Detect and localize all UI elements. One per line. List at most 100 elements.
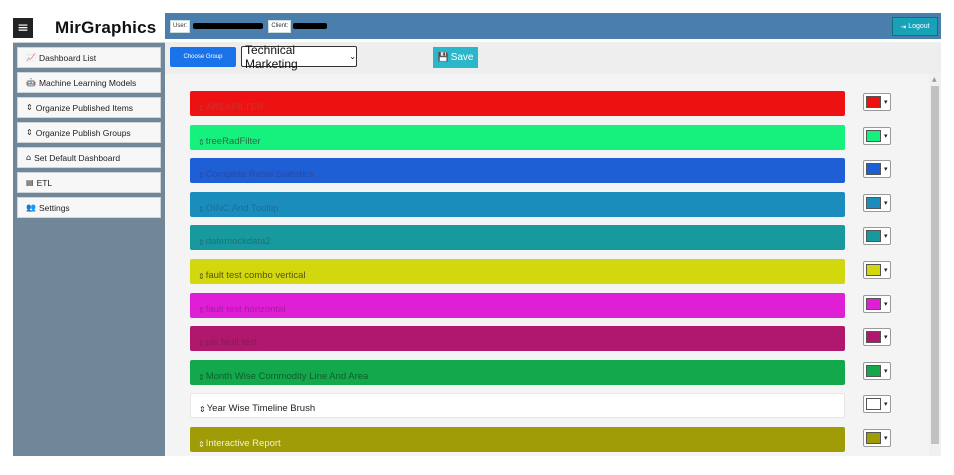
drag-handle-icon[interactable]: ⇕ (198, 373, 205, 382)
sort-icon: ⇕ (26, 128, 33, 137)
published-item-row[interactable]: ⇕ treeRadFilter (190, 124, 845, 150)
caret-down-icon: ▾ (884, 165, 888, 174)
home-icon: ⌂ (26, 153, 32, 162)
color-swatch (866, 398, 881, 411)
hamburger-menu-icon[interactable]: ≡ (13, 17, 33, 38)
sidebar: ≡ MirGraphics 📈 Dashboard List 🤖 Machine Le… (13, 13, 165, 456)
published-item-row[interactable]: ⇕ datemockdata2 (190, 225, 845, 251)
caret-down-icon: ▾ (884, 366, 888, 375)
scroll-up-icon[interactable]: ▲ (932, 76, 937, 83)
sidebar-item-label: Organize Published Items (35, 102, 134, 113)
published-item-row[interactable]: ⇕ Complete Retail Statistics (190, 158, 845, 184)
color-picker-button[interactable]: ▾ (863, 395, 891, 414)
color-picker-button[interactable]: ▾ (863, 261, 891, 279)
robot-icon: 🤖 (26, 78, 36, 87)
color-picker-button[interactable]: ▾ (863, 126, 891, 145)
color-picker-button[interactable]: ▾ (863, 429, 891, 447)
color-swatch (866, 264, 881, 276)
color-picker-button[interactable]: ▾ (863, 93, 891, 111)
color-picker-button[interactable]: ▾ (863, 193, 891, 212)
color-swatch (866, 331, 881, 344)
file-icon: ▤ (26, 178, 34, 187)
vertical-scrollbar[interactable]: ▲ (929, 74, 941, 456)
drag-handle-icon[interactable]: ⇕ (198, 440, 205, 449)
caret-down-icon: ▾ (884, 232, 888, 241)
chevron-down-icon: ⌄ (349, 52, 356, 61)
scrollbar-thumb[interactable] (931, 86, 939, 444)
published-item-label: fault test combo vertical (205, 270, 306, 281)
sidebar-item-etl[interactable]: ▤ ETL (17, 172, 161, 193)
color-swatch (866, 432, 881, 444)
drag-handle-icon[interactable]: ⇕ (198, 306, 205, 315)
published-item-row[interactable]: ⇕ pie fault test (190, 326, 845, 352)
caret-down-icon: ▾ (884, 333, 888, 342)
app-root: ≡ MirGraphics 📈 Dashboard List 🤖 Machine Le… (0, 0, 954, 475)
published-items-list: ⇕ AREAFILTER ▾ ⇕ treeRadFilter ▾ ⇕ Complete Ret… (165, 74, 941, 456)
color-picker-button[interactable]: ▾ (863, 328, 891, 347)
published-item-label: Year Wise Timeline Brush (206, 403, 316, 415)
sidebar-item-label: Organize Publish Groups (35, 127, 131, 138)
published-item-label: Month Wise Commodity Line And Area (205, 370, 369, 382)
group-select[interactable]: Technical Marketing ⌄ (241, 43, 357, 71)
sort-icon: ⇕ (26, 103, 33, 112)
published-item-label: datemockdata2 (205, 236, 271, 248)
caret-down-icon: ▾ (884, 266, 888, 274)
users-cog-icon: 👥 (26, 203, 36, 212)
published-item-row[interactable]: ⇕ Month Wise Commodity Line And Area (190, 359, 845, 385)
color-picker-button[interactable]: ▾ (863, 160, 891, 179)
save-label: Save (450, 52, 474, 63)
drag-handle-icon[interactable]: ⇕ (198, 272, 205, 281)
drag-handle-icon[interactable]: ⇕ (198, 205, 205, 214)
published-item-label: Interactive Report (205, 438, 281, 449)
sidebar-item-organize-published-items[interactable]: ⇕ Organize Published Items (17, 97, 161, 118)
user-name-redacted (193, 23, 264, 29)
choose-group-button[interactable]: Choose Group (170, 47, 236, 67)
save-button[interactable]: 💾 Save (433, 47, 478, 68)
sidebar-item-label: Dashboard List (38, 52, 97, 63)
sidebar-dots: · · (85, 226, 91, 232)
user-label: User: (170, 19, 191, 33)
published-item-label: AREAFILTER (205, 102, 264, 113)
sidebar-item-label: Settings (38, 202, 70, 213)
color-picker-button[interactable]: ▾ (863, 227, 891, 246)
sidebar-item-label: Machine Learning Models (38, 77, 137, 88)
color-swatch (866, 196, 881, 209)
drag-handle-icon[interactable]: ⇕ (198, 238, 205, 247)
drag-handle-icon[interactable]: ⇕ (198, 138, 205, 147)
color-swatch (866, 96, 881, 108)
caret-down-icon: ▾ (884, 434, 888, 442)
drag-handle-icon[interactable]: ⇕ (198, 339, 205, 348)
published-item-row[interactable]: ⇕ Year Wise Timeline Brush (190, 393, 845, 419)
client-name-redacted (293, 23, 328, 29)
sidebar-item-organize-publish-groups[interactable]: ⇕ Organize Publish Groups (17, 122, 161, 143)
published-item-row[interactable]: ⇕ OINC And Tooltip (190, 191, 845, 217)
color-swatch (866, 230, 881, 243)
published-item-row[interactable]: ⇕ fault test horizontal (190, 292, 845, 318)
published-item-row[interactable]: ⇕ Interactive Report (190, 427, 845, 452)
toolbar: Choose Group Technical Marketing ⌄ 💾 Sav… (165, 42, 941, 74)
caret-down-icon: ▾ (884, 400, 888, 409)
sidebar-item-label: ETL (36, 177, 53, 188)
drag-handle-icon[interactable]: ⇕ (199, 405, 206, 414)
chart-line-icon: 📈 (26, 53, 36, 62)
published-item-label: treeRadFilter (205, 135, 261, 147)
brand-bar: ≡ MirGraphics (13, 13, 165, 43)
sidebar-item-set-default-dashboard[interactable]: ⌂ Set Default Dashboard (17, 147, 161, 168)
caret-down-icon: ▾ (884, 131, 888, 140)
published-item-row[interactable]: ⇕ AREAFILTER (190, 91, 845, 116)
caret-down-icon: ▾ (884, 98, 888, 106)
color-swatch (866, 297, 881, 310)
drag-handle-icon[interactable]: ⇕ (198, 171, 205, 180)
app-title: MirGraphics (55, 17, 157, 37)
color-picker-button[interactable]: ▾ (863, 294, 891, 313)
caret-down-icon: ▾ (884, 299, 888, 308)
published-item-row[interactable]: ⇕ fault test combo vertical (190, 259, 845, 284)
sidebar-item-dashboard-list[interactable]: 📈 Dashboard List (17, 47, 161, 68)
logout-button[interactable]: ⇥ Logout (892, 17, 938, 36)
published-item-label: OINC And Tooltip (205, 202, 279, 214)
color-picker-button[interactable]: ▾ (863, 361, 891, 380)
color-swatch (866, 364, 881, 377)
sidebar-item-settings[interactable]: 👥 Settings (17, 197, 161, 218)
sidebar-item-machine-learning-models[interactable]: 🤖 Machine Learning Models (17, 72, 161, 93)
drag-handle-icon[interactable]: ⇕ (198, 104, 205, 113)
